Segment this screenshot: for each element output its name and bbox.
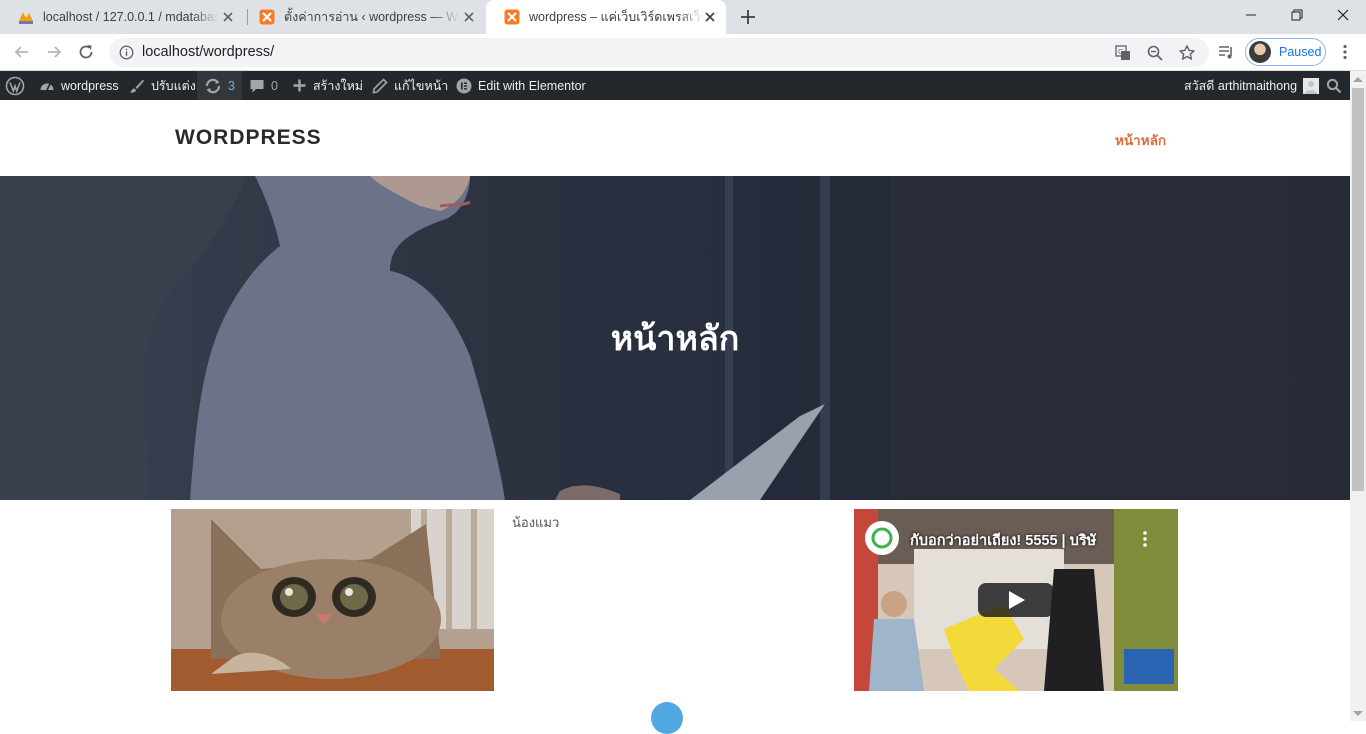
xampp-favicon-icon — [504, 9, 520, 25]
browser-tab[interactable]: ตั้งค่าการอ่าน ‹ wordpress — WordPress — [241, 0, 485, 34]
bookmark-star-icon[interactable] — [1178, 44, 1196, 62]
restore-icon[interactable] — [1274, 0, 1320, 30]
browser-toolbar: localhost/wordpress/ G Paused — [0, 34, 1366, 71]
site-name-menu[interactable]: wordpress — [39, 71, 119, 100]
updates-link[interactable]: 3 — [197, 71, 242, 100]
browser-tab-strip: localhost / 127.0.0.1 / mdatabase ตั้งค่… — [0, 0, 1366, 34]
updates-icon — [205, 78, 221, 93]
tab-label: ตั้งค่าการอ่าน ‹ wordpress — WordPress — [284, 10, 459, 24]
pencil-icon — [372, 77, 388, 93]
scroll-to-top-button[interactable] — [651, 702, 683, 734]
translate-icon[interactable]: G — [1114, 44, 1132, 62]
url-text[interactable]: localhost/wordpress/ — [142, 44, 274, 60]
admin-search[interactable] — [1326, 71, 1348, 100]
minimize-icon[interactable] — [1228, 0, 1274, 30]
close-tab-icon[interactable] — [462, 10, 476, 24]
new-tab-icon[interactable] — [738, 7, 758, 27]
dashboard-icon — [40, 83, 54, 90]
comment-bubble-icon — [250, 79, 264, 92]
updates-count: 3 — [228, 78, 235, 93]
search-icon — [1326, 78, 1342, 93]
hero-banner: หน้าหลัก — [0, 176, 1350, 500]
back-icon[interactable] — [12, 42, 32, 62]
my-account-menu[interactable]: สวัสดี arthitmaithong — [1184, 71, 1320, 100]
reload-icon[interactable] — [76, 42, 96, 62]
elementor-icon — [456, 78, 472, 93]
admin-site-name: wordpress — [61, 78, 119, 93]
youtube-embed[interactable]: กับอกว่าอย่าเถียง! 5555 | บริษั — [854, 509, 1178, 691]
new-content-menu[interactable]: สร้างใหม่ — [292, 71, 363, 100]
browser-tab-active[interactable]: wordpress – แค่เว็บเวิร์ดเพรสเว็บหนึ่ง — [486, 0, 726, 34]
nav-item-home[interactable]: หน้าหลัก — [1115, 129, 1166, 151]
video-title[interactable]: กับอกว่าอย่าเถียง! 5555 | บริษั — [910, 529, 1096, 552]
new-content-label: สร้างใหม่ — [313, 78, 364, 93]
site-title[interactable]: WORDPRESS — [175, 126, 322, 150]
greeting-text: สวัสดี arthitmaithong — [1184, 78, 1298, 93]
xampp-favicon-icon — [259, 9, 275, 25]
cat-image — [171, 509, 494, 691]
user-avatar-icon — [1303, 77, 1320, 94]
wordpress-logo-icon — [5, 76, 25, 95]
image-caption: น้องแมว — [512, 515, 560, 530]
menu-dots-icon[interactable] — [1336, 43, 1354, 61]
paintbrush-icon — [130, 79, 144, 93]
elementor-link[interactable]: Edit with Elementor — [456, 71, 586, 100]
edit-page-link[interactable]: แก้ไขหน้า — [372, 71, 448, 100]
elementor-label: Edit with Elementor — [478, 78, 586, 93]
hero-title: หน้าหลัก — [610, 320, 740, 358]
forward-icon[interactable] — [44, 42, 64, 62]
wordpress-logo-menu[interactable] — [5, 71, 31, 100]
phpmyadmin-favicon-icon — [19, 12, 33, 24]
avatar — [1249, 41, 1271, 63]
edit-page-label: แก้ไขหน้า — [394, 78, 449, 93]
scroll-up-icon[interactable] — [1353, 77, 1363, 82]
close-window-icon[interactable] — [1320, 0, 1366, 30]
zoom-icon[interactable] — [1146, 44, 1164, 62]
media-control-icon[interactable] — [1217, 43, 1235, 61]
tab-label: wordpress – แค่เว็บเวิร์ดเพรสเว็บหนึ่ง — [529, 10, 704, 24]
customize-label: ปรับแต่ง — [151, 78, 196, 93]
cat-photo — [171, 509, 494, 691]
scroll-down-icon[interactable] — [1353, 711, 1363, 716]
comments-link[interactable]: 0 — [249, 71, 278, 100]
comments-count: 0 — [271, 78, 278, 93]
customize-link[interactable]: ปรับแต่ง — [129, 71, 196, 100]
wp-admin-bar: wordpress ปรับแต่ง 3 0 สร้างใหม่ แก้ไขหน… — [0, 71, 1350, 100]
svg-text:G: G — [1118, 48, 1123, 56]
browser-tab[interactable]: localhost / 127.0.0.1 / mdatabase — [0, 0, 244, 34]
plus-icon — [293, 79, 306, 92]
site-info-icon[interactable] — [119, 45, 134, 60]
close-tab-icon[interactable] — [703, 10, 717, 24]
tab-label: localhost / 127.0.0.1 / mdatabase — [43, 10, 218, 24]
profile-status: Paused — [1279, 45, 1322, 59]
scrollbar-thumb[interactable] — [1352, 88, 1364, 491]
close-tab-icon[interactable] — [221, 10, 235, 24]
profile-button[interactable]: Paused — [1245, 38, 1326, 66]
site-header: WORDPRESS หน้าหลัก — [0, 100, 1350, 176]
address-bar[interactable]: localhost/wordpress/ G — [109, 38, 1209, 67]
